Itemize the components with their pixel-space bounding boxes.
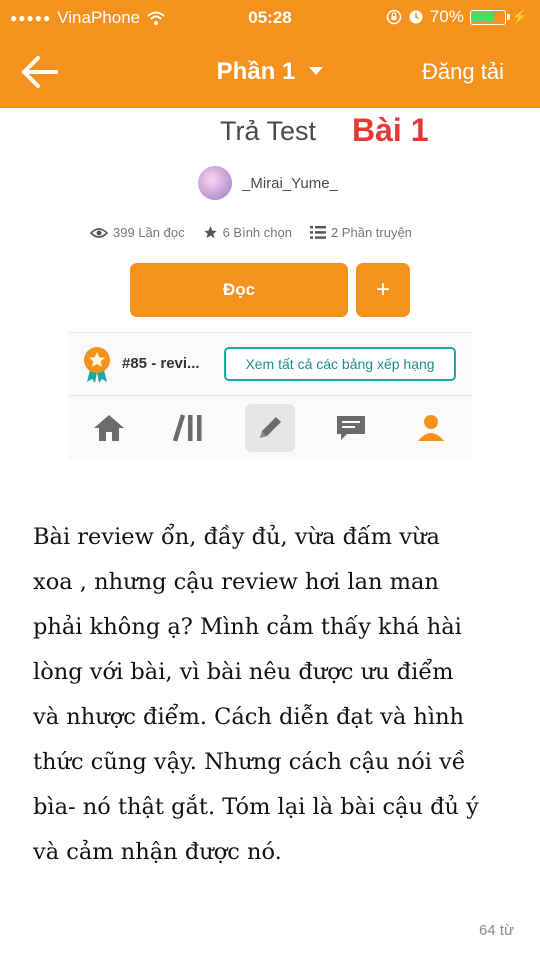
author-name: _Mirai_Yume_ xyxy=(242,174,338,192)
story-card: Trả Test Bài 1 _Mirai_Yume_ 399 Lần đọc … xyxy=(68,108,472,330)
nav-bar: Phần 1 Đăng tải xyxy=(0,40,540,104)
tab-profile[interactable] xyxy=(406,404,456,452)
battery-percent: 70% xyxy=(429,7,464,26)
rotation-lock-icon xyxy=(386,9,402,25)
review-line: Bài review ổn, đầy đủ, vừa đấm vừa xyxy=(33,524,440,550)
votes-stat: 6 Bình chọn xyxy=(203,225,292,240)
status-right: 70% ⚡ xyxy=(386,7,528,27)
review-text: Bài review ổn, đầy đủ, vừa đấm vừa xoa ,… xyxy=(33,515,513,875)
upload-button[interactable]: Đăng tải xyxy=(422,59,504,85)
medal-icon xyxy=(84,347,110,383)
story-tag: Bài 1 xyxy=(352,112,429,148)
parts-stat: 2 Phần truyện xyxy=(309,225,412,240)
review-line: xoa , nhưng cậu review hơi lan man xyxy=(33,569,439,595)
tab-write[interactable] xyxy=(245,404,295,452)
alarm-icon xyxy=(409,10,423,24)
reads-stat: 399 Lần đọc xyxy=(90,225,185,240)
profile-icon xyxy=(418,415,444,441)
tab-library[interactable] xyxy=(164,404,214,452)
status-bar: ●●●●● VinaPhone 05:28 70% ⚡ xyxy=(0,0,540,36)
part-title: Phần 1 xyxy=(216,58,296,85)
avatar xyxy=(198,166,232,200)
story-screenshot: Trả Test Bài 1 _Mirai_Yume_ 399 Lần đọc … xyxy=(68,108,472,460)
review-line: phải không ạ? Mình cảm thấy khá hài xyxy=(33,614,462,640)
review-line: và nhược điểm. Cách diễn đạt và hình xyxy=(33,704,465,730)
rank-text: #85 - revi... xyxy=(122,355,200,372)
battery-fill xyxy=(472,12,494,22)
review-line: và cảm nhận được nó. xyxy=(33,839,282,865)
story-stats: 399 Lần đọc 6 Bình chọn 2 Phần truyện xyxy=(90,225,412,240)
list-icon xyxy=(309,226,326,239)
ranking-row: #85 - revi... Xem tất cả các bảng xếp hạ… xyxy=(68,332,472,396)
star-icon xyxy=(203,226,217,239)
reads-count: 399 Lần đọc xyxy=(113,225,185,240)
home-icon xyxy=(94,415,124,441)
add-to-library-button[interactable]: + xyxy=(356,263,410,317)
review-line: lòng với bài, vì bài nêu được ưu điểm xyxy=(33,659,454,685)
review-line: thức cũng vậy. Nhưng cách cậu nói về xyxy=(33,749,466,775)
author-row[interactable]: _Mirai_Yume_ xyxy=(198,166,338,200)
read-button[interactable]: Đọc xyxy=(130,263,348,317)
bottom-tab-bar xyxy=(68,396,472,460)
view-rankings-button[interactable]: Xem tất cả các bảng xếp hạng xyxy=(224,347,456,381)
charging-icon: ⚡ xyxy=(511,9,528,24)
review-line: bìa- nó thật gắt. Tóm lại là bài cậu đủ … xyxy=(33,794,479,820)
tab-messages[interactable] xyxy=(326,404,376,452)
tab-home[interactable] xyxy=(84,404,134,452)
word-count: 64 từ xyxy=(478,922,514,939)
pencil-icon xyxy=(260,417,281,438)
battery-icon xyxy=(469,9,510,25)
eye-icon xyxy=(90,227,108,238)
story-title: Trả Test xyxy=(220,116,317,146)
votes-count: 6 Bình chọn xyxy=(222,225,292,240)
message-icon xyxy=(337,416,365,440)
caret-down-icon xyxy=(309,66,324,75)
app-header: ●●●●● VinaPhone 05:28 70% ⚡ Phần 1 Đăng … xyxy=(0,0,540,108)
parts-count: 2 Phần truyện xyxy=(330,225,412,240)
library-icon xyxy=(173,414,202,442)
